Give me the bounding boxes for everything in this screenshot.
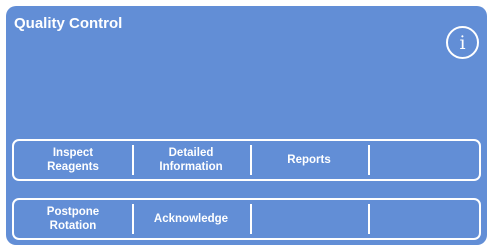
- quality-control-screen: Quality Control i Inspect Reagents Detai…: [6, 6, 487, 245]
- button-label: Reports: [287, 153, 331, 166]
- inspect-reagents-button[interactable]: Inspect Reagents: [14, 141, 132, 179]
- acknowledge-button[interactable]: Acknowledge: [132, 200, 250, 238]
- empty-button-slot: [368, 141, 479, 179]
- reports-button[interactable]: Reports: [250, 141, 368, 179]
- info-button[interactable]: i: [446, 26, 479, 59]
- button-label: Inspect Reagents: [47, 146, 99, 173]
- button-row-1: Inspect Reagents Detailed Information Re…: [12, 139, 481, 181]
- button-label: Acknowledge: [153, 212, 229, 225]
- postpone-rotation-button[interactable]: Postpone Rotation: [14, 200, 132, 238]
- button-label: Detailed Information: [159, 146, 223, 173]
- button-row-2: Postpone Rotation Acknowledge: [12, 198, 481, 240]
- empty-button-slot: [250, 200, 368, 238]
- button-label: Postpone Rotation: [46, 205, 100, 232]
- empty-button-slot: [368, 200, 479, 238]
- info-icon: i: [459, 31, 466, 54]
- detailed-information-button[interactable]: Detailed Information: [132, 141, 250, 179]
- page-title: Quality Control: [14, 15, 123, 32]
